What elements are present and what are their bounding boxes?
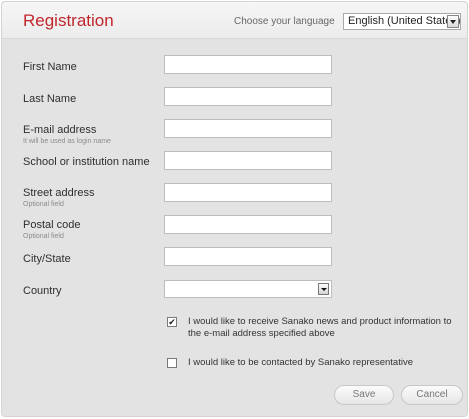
language-select-value: English (United States) xyxy=(348,15,461,27)
chevron-down-icon[interactable] xyxy=(447,15,459,28)
news-checkbox[interactable]: ✔ xyxy=(167,317,177,327)
last-name-label: Last Name xyxy=(23,93,77,105)
city-state-field[interactable] xyxy=(164,247,332,266)
save-button[interactable]: Save xyxy=(334,385,394,405)
email-hint: It will be used as login name xyxy=(23,138,111,145)
contact-checkbox-label: I would like to be contacted by Sanako r… xyxy=(188,357,413,368)
email-field[interactable] xyxy=(164,119,332,138)
country-select[interactable] xyxy=(164,280,332,298)
school-label: School or institution name xyxy=(23,156,150,168)
cancel-button[interactable]: Cancel xyxy=(401,385,463,405)
school-field[interactable] xyxy=(164,151,332,170)
postal-code-hint: Optional field xyxy=(23,233,64,240)
street-address-hint: Optional field xyxy=(23,201,64,208)
postal-code-field[interactable] xyxy=(164,215,332,234)
page-title: Registration xyxy=(23,11,114,30)
street-address-field[interactable] xyxy=(164,183,332,202)
header-bar: Registration Choose your language Englis… xyxy=(2,2,467,39)
country-label: Country xyxy=(23,285,62,297)
first-name-field[interactable] xyxy=(164,55,332,74)
postal-code-label: Postal code xyxy=(23,219,81,231)
last-name-field[interactable] xyxy=(164,87,332,106)
language-label: Choose your language xyxy=(234,16,335,27)
email-label: E-mail address xyxy=(23,124,97,136)
chevron-down-icon[interactable] xyxy=(318,283,329,295)
news-checkbox-label: I would like to receive Sanako news and … xyxy=(188,316,452,339)
first-name-label: First Name xyxy=(23,61,77,73)
street-address-label: Street address xyxy=(23,187,95,199)
language-select[interactable]: English (United States) xyxy=(343,13,461,30)
city-state-label: City/State xyxy=(23,253,71,265)
contact-checkbox[interactable] xyxy=(167,358,177,368)
